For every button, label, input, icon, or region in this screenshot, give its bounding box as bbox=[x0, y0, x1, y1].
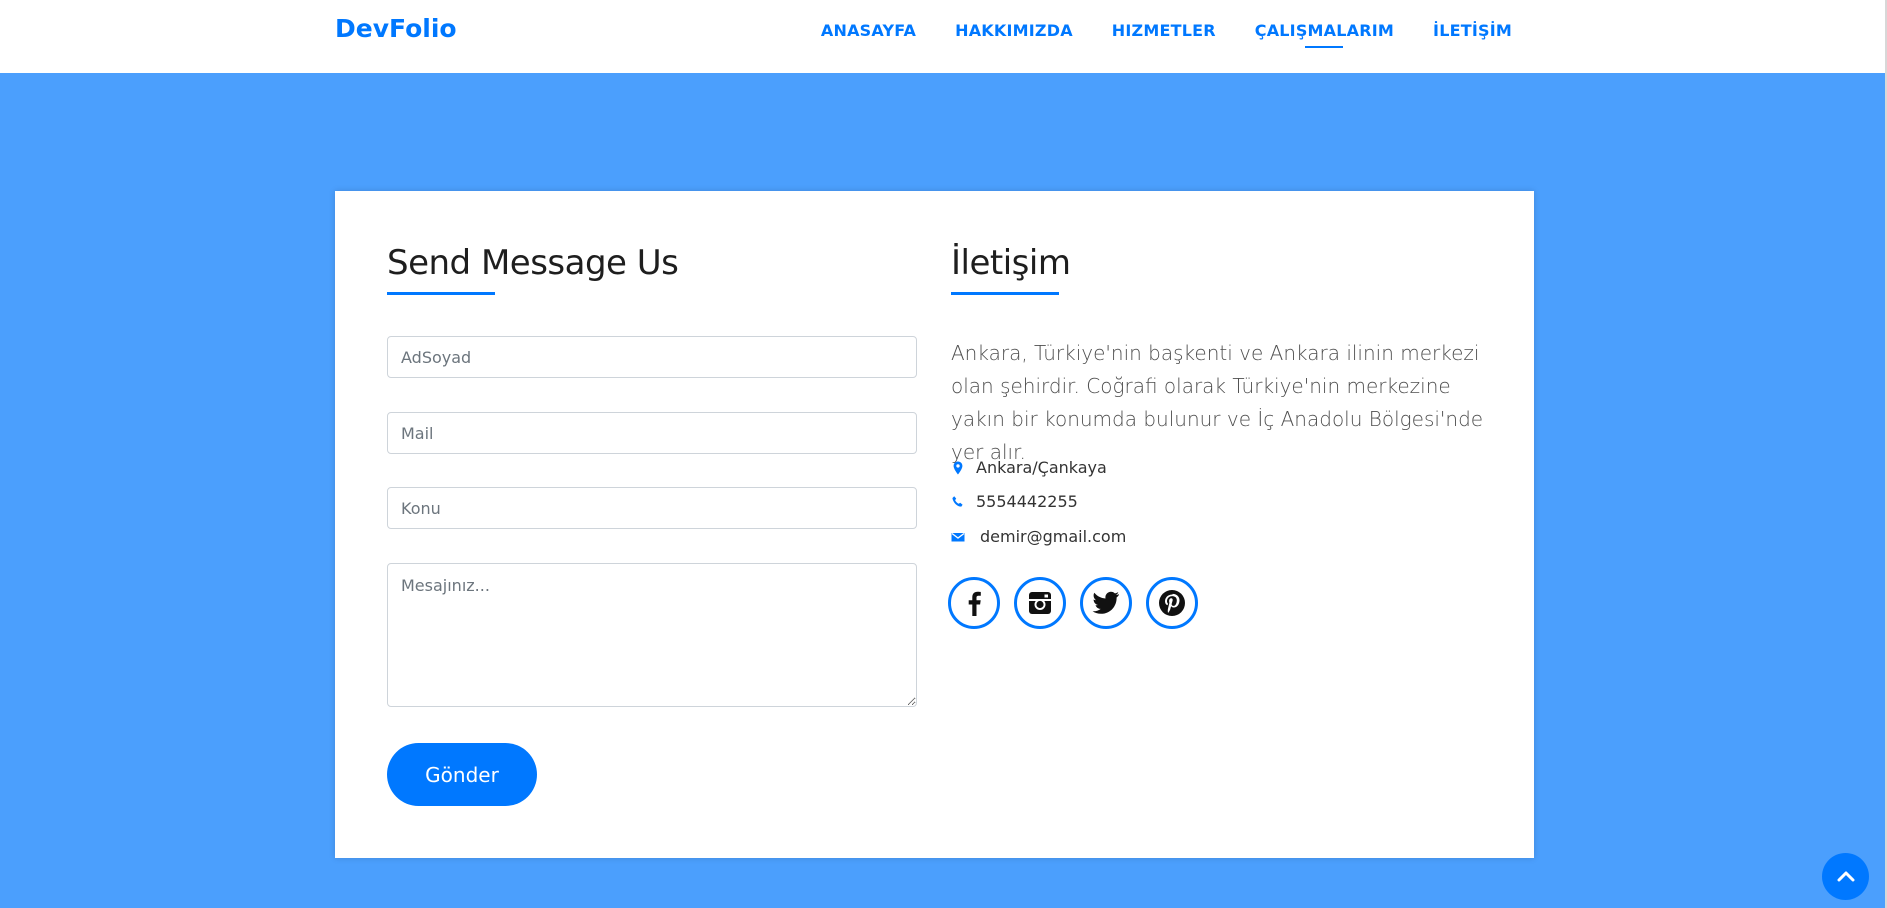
back-to-top-button[interactable] bbox=[1822, 853, 1869, 900]
email-row: demir@gmail.com bbox=[951, 527, 1126, 546]
twitter-icon[interactable] bbox=[1080, 577, 1132, 629]
mail-input[interactable] bbox=[387, 412, 917, 454]
chevron-up-icon bbox=[1837, 867, 1855, 886]
subject-input[interactable] bbox=[387, 487, 917, 529]
contact-card: Send Message Us Gönder İletişim Ankara, … bbox=[335, 191, 1534, 858]
phone-row: 5554442255 bbox=[951, 492, 1078, 511]
phone-icon bbox=[951, 495, 965, 509]
email-text: demir@gmail.com bbox=[980, 527, 1127, 546]
form-title: Send Message Us bbox=[387, 243, 679, 283]
main-nav: ANASAYFA HAKKIMIZDA HIZMETLER ÇALIŞMALAR… bbox=[782, 21, 1512, 48]
nav-item-services[interactable]: HIZMETLER bbox=[1112, 21, 1216, 48]
top-navbar: DevFolio ANASAYFA HAKKIMIZDA HIZMETLER Ç… bbox=[0, 0, 1885, 73]
pinterest-icon[interactable] bbox=[1146, 577, 1198, 629]
brand-logo[interactable]: DevFolio bbox=[335, 14, 457, 43]
map-marker-icon bbox=[951, 461, 965, 475]
nav-item-home[interactable]: ANASAYFA bbox=[821, 21, 916, 48]
nav-item-contact[interactable]: İLETİŞİM bbox=[1433, 21, 1512, 48]
social-links bbox=[948, 577, 1212, 629]
instagram-icon[interactable] bbox=[1014, 577, 1066, 629]
address-row: Ankara/Çankaya bbox=[951, 458, 1107, 477]
nav-item-works[interactable]: ÇALIŞMALARIM bbox=[1255, 21, 1394, 48]
nav-item-about[interactable]: HAKKIMIZDA bbox=[955, 21, 1073, 48]
contact-title: İletişim bbox=[951, 243, 1071, 283]
contact-description: Ankara, Türkiye'nin başkenti ve Ankara i… bbox=[951, 341, 1484, 464]
name-input[interactable] bbox=[387, 336, 917, 378]
phone-text: 5554442255 bbox=[976, 492, 1078, 511]
send-button[interactable]: Gönder bbox=[387, 743, 537, 806]
envelope-icon bbox=[951, 530, 965, 544]
facebook-icon[interactable] bbox=[948, 577, 1000, 629]
message-textarea[interactable] bbox=[387, 563, 917, 707]
contact-title-underline bbox=[951, 292, 1059, 295]
form-title-underline bbox=[387, 292, 495, 295]
address-text: Ankara/Çankaya bbox=[976, 458, 1107, 477]
